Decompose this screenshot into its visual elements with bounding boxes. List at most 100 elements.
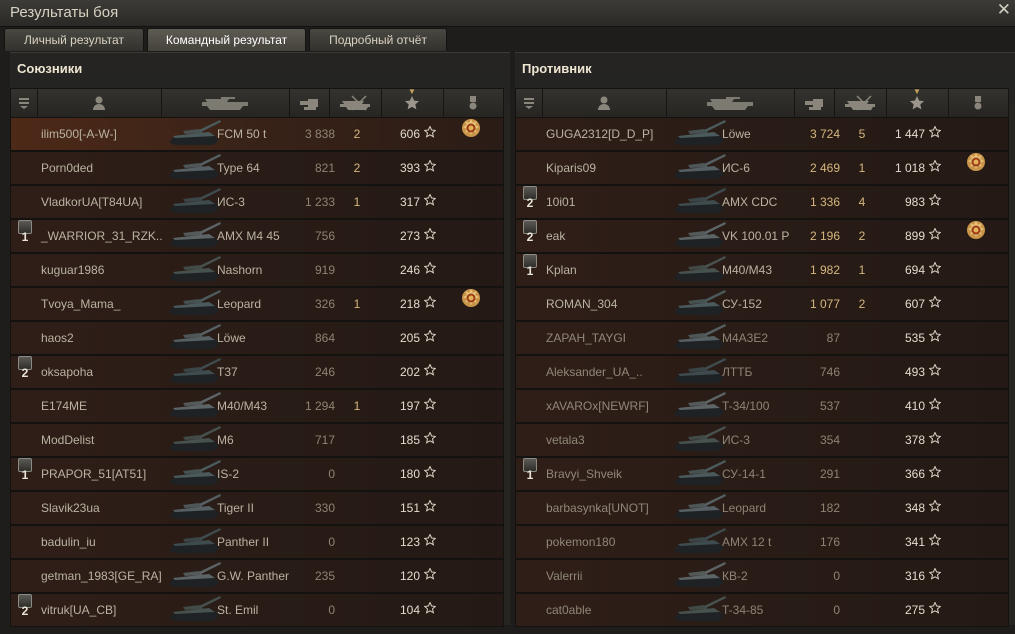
player-row[interactable]: ZAPAH_TAYGI M4A3E2 87 535 (515, 321, 1009, 355)
medal-icon[interactable] (461, 118, 481, 150)
allies-scrollbar[interactable] (504, 105, 510, 625)
player-row[interactable]: Porn0ded Type 64 821 2 393 (10, 151, 504, 185)
xp-value: 378 (904, 433, 925, 447)
player-row[interactable]: xAVAROx[NEWRF] T-34/100 537 410 (515, 389, 1009, 423)
damage-value: 176 (819, 535, 840, 549)
tab-personal-result[interactable]: Личный результат (4, 28, 144, 51)
xp-star-icon (423, 424, 437, 456)
medal-icon[interactable] (966, 152, 986, 184)
header-achievements-column[interactable] (948, 89, 1009, 117)
player-name: Kplan (546, 263, 577, 277)
player-row[interactable]: Kiparis09 ИС-6 2 469 1 1 018 (515, 151, 1009, 185)
tank-icon (670, 322, 726, 350)
xp-value: 317 (399, 195, 420, 209)
player-row[interactable]: Aleksander_UA_.. ЛТТБ 746 493 (515, 355, 1009, 389)
platoon-badge: 2 (18, 356, 32, 380)
player-row[interactable]: Valerrii КВ-2 0 316 (515, 559, 1009, 593)
player-row[interactable]: 1 Bravyi_Shveik СУ-14-1 291 366 (515, 457, 1009, 491)
player-row[interactable]: ModDelist M6 717 185 (10, 423, 504, 457)
xp-star-icon (423, 390, 437, 422)
player-row[interactable]: barbasynka[UNOT] Leopard 182 348 (515, 491, 1009, 525)
player-row[interactable]: vetala3 ИС-3 354 378 (515, 423, 1009, 457)
medal-icon[interactable] (966, 220, 986, 252)
player-row[interactable]: kuguar1986 Nashorn 919 246 (10, 253, 504, 287)
player-row[interactable]: ilim500[-A-W-] FCM 50 t 3 838 2 606 (10, 117, 504, 151)
vehicle-name: Leopard (722, 501, 767, 515)
tank-icon (670, 458, 726, 486)
tank-icon (670, 220, 726, 248)
xp-star-icon (423, 322, 437, 354)
player-row[interactable]: getman_1983[GE_RA] G.W. Panther 235 120 (10, 559, 504, 593)
header-damage-column[interactable] (794, 89, 835, 117)
header-platoon-column[interactable] (516, 89, 543, 117)
header-vehicle-column[interactable] (666, 89, 795, 117)
player-row[interactable]: 2 vitruk[UA_CB] St. Emil 0 104 (10, 593, 504, 627)
close-icon[interactable]: ✕ (997, 0, 1011, 20)
xp-value: 348 (904, 501, 925, 515)
header-kills-column[interactable] (834, 89, 887, 117)
xp-value: 393 (399, 161, 420, 175)
vehicle-name: ИС-3 (217, 195, 245, 209)
player-name: Porn0ded (41, 161, 94, 175)
vehicle-name: Tiger II (217, 501, 254, 515)
header-damage-column[interactable] (289, 89, 330, 117)
allies-title: Союзники (17, 61, 83, 76)
player-row[interactable]: 1 _WARRIOR_31_RZK.. AMX M4 45 756 273 (10, 219, 504, 253)
damage-value: 0 (328, 535, 335, 549)
tank-icon (165, 560, 221, 588)
player-row[interactable]: VladkorUA[T84UA] ИС-3 1 233 1 317 (10, 185, 504, 219)
header-achievements-column[interactable] (443, 89, 504, 117)
damage-value: 0 (328, 603, 335, 617)
header-xp-star-column[interactable]: ▼ (381, 87, 444, 117)
tab-team-result[interactable]: Командный результат (147, 28, 306, 51)
player-row[interactable]: 1 PRAPOR_51[AT51] IS-2 0 180 (10, 457, 504, 491)
xp-value: 185 (399, 433, 420, 447)
player-row[interactable]: pokemon180 AMX 12 t 176 341 (515, 525, 1009, 559)
player-row[interactable]: GUGA2312[D_D_P] Löwe 3 724 5 1 447 (515, 117, 1009, 151)
player-row[interactable]: Slavik23ua Tiger II 330 151 (10, 491, 504, 525)
player-name: 10i01 (546, 195, 576, 209)
enemies-scrollbar[interactable] (1009, 105, 1015, 625)
header-player-column[interactable] (542, 89, 667, 117)
header-vehicle-column[interactable] (161, 89, 290, 117)
player-row[interactable]: E174ME M40/M43 1 294 1 197 (10, 389, 504, 423)
sort-indicator-icon: ▼ (408, 87, 416, 96)
sort-indicator-icon: ▼ (913, 87, 921, 96)
player-row[interactable]: 2 10i01 AMX CDC 1 336 4 983 (515, 185, 1009, 219)
player-row[interactable]: cat0able T-34-85 0 275 (515, 593, 1009, 627)
medal-icon[interactable] (461, 288, 481, 320)
achievements-icon (465, 95, 481, 111)
xp-star-icon (423, 492, 437, 524)
player-row[interactable]: 1 Kplan M40/M43 1 982 1 694 (515, 253, 1009, 287)
player-row[interactable]: 2 oksapoha T37 246 202 (10, 355, 504, 389)
xp-value: 246 (399, 263, 420, 277)
header-player-column[interactable] (37, 89, 162, 117)
vehicle-name: СУ-14-1 (722, 467, 766, 481)
damage-value: 1 233 (304, 195, 335, 209)
tank-icon (670, 288, 726, 316)
xp-star-icon (423, 458, 437, 490)
tank-icon (165, 526, 221, 554)
platoon-badge: 2 (18, 594, 32, 618)
player-row[interactable]: 2 eak VK 100.01 P 2 196 2 899 (515, 219, 1009, 253)
header-xp-star-column[interactable]: ▼ (886, 87, 949, 117)
xp-value: 205 (399, 331, 420, 345)
tab-detailed-report[interactable]: Подробный отчёт (309, 28, 447, 51)
player-name: vetala3 (546, 433, 585, 447)
vehicle-name: VK 100.01 P (722, 229, 790, 243)
header-kills-column[interactable] (329, 89, 382, 117)
player-row[interactable]: Tvoya_Mama_ Leopard 326 1 218 (10, 287, 504, 321)
header-platoon-column[interactable] (11, 89, 38, 117)
player-row[interactable]: haos2 Löwe 864 205 (10, 321, 504, 355)
player-name: ZAPAH_TAYGI (546, 331, 627, 345)
damage-value: 235 (314, 569, 335, 583)
player-row[interactable]: badulin_iu Panther II 0 123 (10, 525, 504, 559)
xp-star-icon (928, 288, 942, 320)
xp-star-icon (928, 390, 942, 422)
vehicle-name: ЛТТБ (722, 365, 753, 379)
player-row[interactable]: ROMAN_304 СУ-152 1 077 2 607 (515, 287, 1009, 321)
xp-star-icon (423, 118, 437, 150)
tank-icon (165, 390, 221, 418)
damage-value: 756 (314, 229, 335, 243)
damage-value: 291 (819, 467, 840, 481)
